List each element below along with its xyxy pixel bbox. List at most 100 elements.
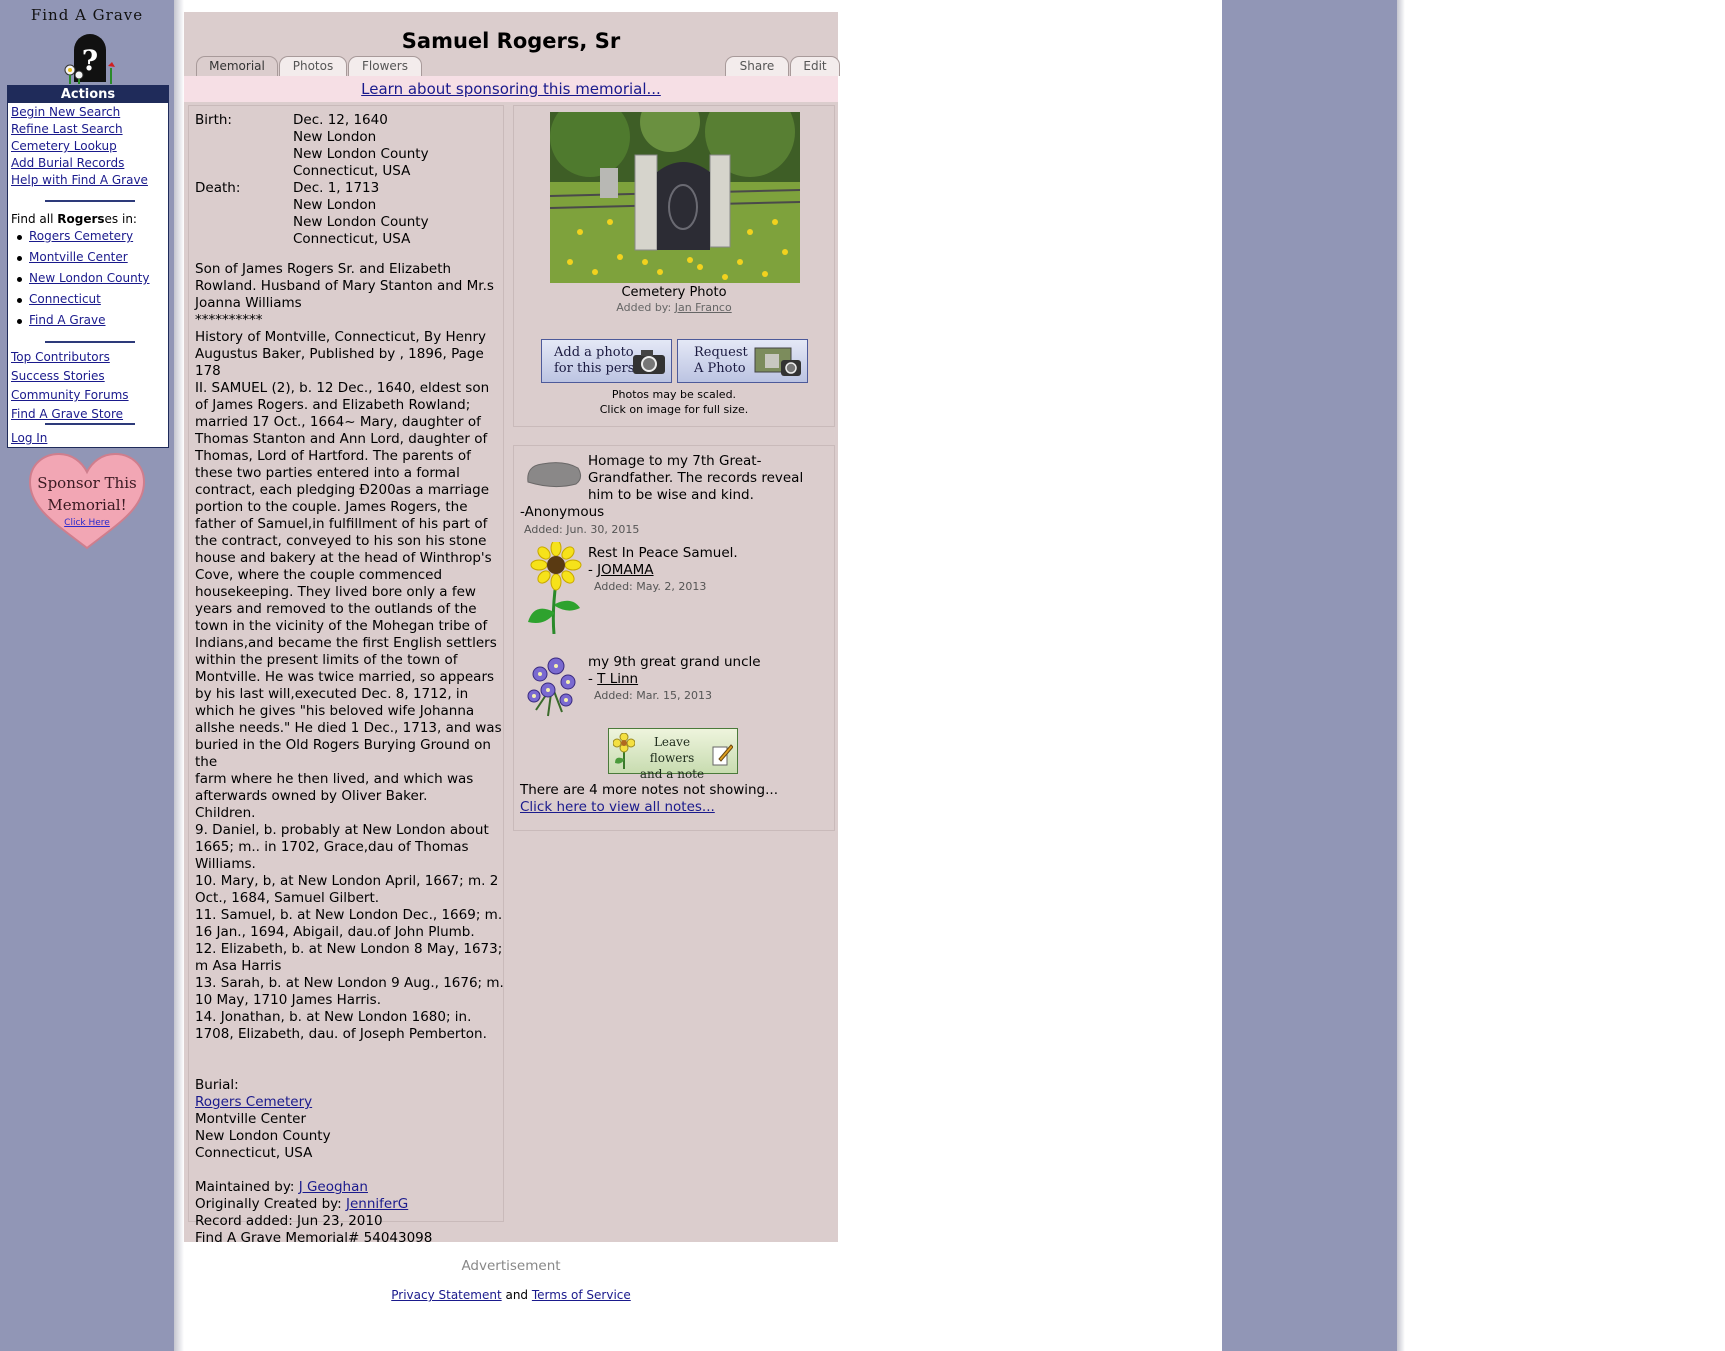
cemetery-photo[interactable] — [550, 112, 800, 283]
request-photo-icon — [754, 347, 801, 376]
bio-line: married 17 Oct., 1664~ Mary, daughter of — [195, 414, 481, 430]
maintained-by: Maintained by: J Geoghan — [195, 1179, 368, 1195]
bio-line: town in the vicinity of the Mohegan trib… — [195, 618, 488, 634]
find-new-london-county-link[interactable]: New London County — [29, 271, 150, 285]
site-logo[interactable]: Find A Grave ? — [22, 6, 152, 84]
burial-place-line: Connecticut, USA — [195, 1145, 313, 1161]
sponsor-memorial-button[interactable]: Sponsor This Memorial! Click Here — [26, 452, 148, 552]
top-contributors-link[interactable]: Top Contributors — [11, 350, 110, 364]
bio-line: portion to the couple. James Rogers, the — [195, 499, 468, 515]
actions-heading: Actions — [8, 86, 168, 103]
memorial-panel: Samuel Rogers, Sr Memorial Photos Flower… — [184, 12, 840, 1246]
footer: Privacy Statement and Terms of Service — [184, 1288, 838, 1302]
bio-line: housekeeping. They lived bore only a few — [195, 584, 476, 600]
log-in-link[interactable]: Log In — [11, 431, 47, 445]
bio-line: house and bakery at the head of Winthrop… — [195, 550, 492, 566]
photo-added-by: Added by: Jan Franco — [616, 301, 732, 314]
gravestone-question-icon: ? — [64, 34, 115, 84]
note-author-link[interactable]: JOMAMA — [597, 562, 653, 578]
tab-photos[interactable]: Photos — [279, 56, 347, 76]
terms-of-service-link[interactable]: Terms of Service — [532, 1288, 631, 1302]
stone-icon — [527, 462, 582, 488]
list-item: New London County — [8, 271, 150, 292]
note-date: Added: Mar. 15, 2013 — [594, 689, 712, 702]
view-all-notes-link[interactable]: Click here to view all notes... — [520, 799, 715, 815]
flower-icon — [613, 733, 635, 769]
death-place-line: New London County — [293, 214, 429, 230]
photo-caption: Cemetery Photo — [621, 285, 727, 300]
bio-line: Cove, where the couple commenced — [195, 567, 443, 583]
right-sidebar-shadow — [1397, 0, 1405, 1351]
advertisement-label: Advertisement — [461, 1258, 561, 1274]
bio-line: years and removed to the outlands of the — [195, 601, 477, 617]
bio-line: afterwards owned by Oliver Baker. — [195, 788, 428, 804]
request-photo-button[interactable]: Request A Photo — [677, 339, 808, 383]
bio-line: 13. Sarah, b. at New London 9 Aug., 1676… — [195, 975, 504, 991]
find-connecticut-link[interactable]: Connecticut — [29, 292, 101, 306]
maintainer-link[interactable]: J Geoghan — [299, 1179, 368, 1195]
divider — [45, 200, 135, 202]
find-montville-center-link[interactable]: Montville Center — [29, 250, 128, 264]
birth-place-line: New London — [293, 129, 377, 145]
burial-cemetery-link[interactable]: Rogers Cemetery — [195, 1094, 312, 1110]
photo-contributor-link[interactable]: Jan Franco — [675, 301, 732, 314]
tab-memorial[interactable]: Memorial — [196, 56, 278, 76]
bio-line: Rowland. Husband of Mary Stanton and Mr.… — [195, 278, 494, 294]
note-author-link[interactable]: T Linn — [597, 671, 638, 687]
cemetery-photo-image — [550, 112, 800, 283]
tab-share[interactable]: Share — [725, 56, 789, 76]
more-notes-text: There are 4 more notes not showing... — [520, 782, 779, 798]
find-all-label: Find all Rogerses in: — [11, 212, 137, 226]
request-photo-label-1: Request — [694, 345, 748, 360]
camera-icon — [633, 350, 665, 374]
leave-flowers-button[interactable]: Leave flowers and a note — [608, 728, 738, 781]
bio-line: father of Samuel,in fulfillment of his p… — [195, 516, 488, 532]
success-stories-link[interactable]: Success Stories — [11, 369, 105, 383]
footer-and: and — [501, 1288, 532, 1302]
store-link[interactable]: Find A Grave Store — [11, 407, 123, 421]
bio-line: 10 May, 1710 James Harris. — [195, 992, 382, 1008]
list-item: Find A Grave — [8, 313, 150, 334]
right-sidebar — [1222, 0, 1397, 1351]
note-author-line: - JOMAMA — [588, 562, 654, 578]
find-find-a-grave-link[interactable]: Find A Grave — [29, 313, 106, 327]
cemetery-lookup-link[interactable]: Cemetery Lookup — [11, 139, 117, 153]
refine-last-search-link[interactable]: Refine Last Search — [11, 122, 123, 136]
burial-place-line: New London County — [195, 1128, 331, 1144]
bio-line: II. SAMUEL (2), b. 12 Dec., 1640, eldest… — [195, 380, 490, 396]
divider — [45, 341, 135, 343]
add-photo-button[interactable]: Add a photo for this person — [541, 339, 672, 383]
biography: Son of James Rogers Sr. and Elizabeth Row… — [195, 261, 505, 1043]
find-all-list: Rogers Cemetery Montville Center New Lon… — [8, 229, 150, 334]
begin-new-search-link[interactable]: Begin New Search — [11, 105, 120, 119]
bio-line: Montville. He was twice married, so appe… — [195, 669, 495, 685]
add-burial-records-link[interactable]: Add Burial Records — [11, 156, 124, 170]
note-author-line: - T Linn — [588, 671, 639, 687]
bio-line: 14. Jonathan, b. at New London 1680; in. — [195, 1009, 472, 1025]
bio-line: Augustus Baker, Published by , 1896, Pag… — [195, 346, 484, 379]
help-link[interactable]: Help with Find A Grave — [11, 173, 148, 187]
bio-line: which he gives "his beloved wife Johanna — [195, 703, 475, 719]
bio-line: by his last will,executed Dec. 8, 1712, … — [195, 686, 469, 702]
bio-line: 10. Mary, b, at New London April, 1667; … — [195, 873, 499, 889]
bio-line: Thomas Stanton and Ann Lord, daughter of — [195, 431, 488, 447]
sponsor-heart-line2: Memorial! — [47, 496, 127, 514]
community-forums-link[interactable]: Community Forums — [11, 388, 129, 402]
creator-link[interactable]: JenniferG — [346, 1196, 408, 1212]
list-item: Montville Center — [8, 250, 150, 271]
learn-sponsoring-link[interactable]: Learn about sponsoring this memorial... — [361, 80, 661, 98]
page-title: Samuel Rogers, Sr — [401, 29, 621, 53]
death-place-line: New London — [293, 197, 377, 213]
bio-line: ********** — [195, 312, 263, 328]
flowers-panel: Homage to my 7th Great-Grandfather. The … — [513, 445, 835, 831]
privacy-statement-link[interactable]: Privacy Statement — [391, 1288, 501, 1302]
bio-line: History of Montville, Connecticut, By He… — [195, 329, 487, 345]
note-date: Added: May. 2, 2013 — [594, 580, 707, 593]
tab-edit[interactable]: Edit — [790, 56, 840, 76]
death-label: Death: — [195, 180, 241, 196]
death-place-line: Connecticut, USA — [293, 231, 411, 247]
find-rogers-cemetery-link[interactable]: Rogers Cemetery — [29, 229, 133, 243]
tab-flowers[interactable]: Flowers — [348, 56, 422, 76]
photos-click-note: Click on image for full size. — [599, 403, 749, 416]
bio-line: farm where he then lived, and which was — [195, 771, 474, 787]
